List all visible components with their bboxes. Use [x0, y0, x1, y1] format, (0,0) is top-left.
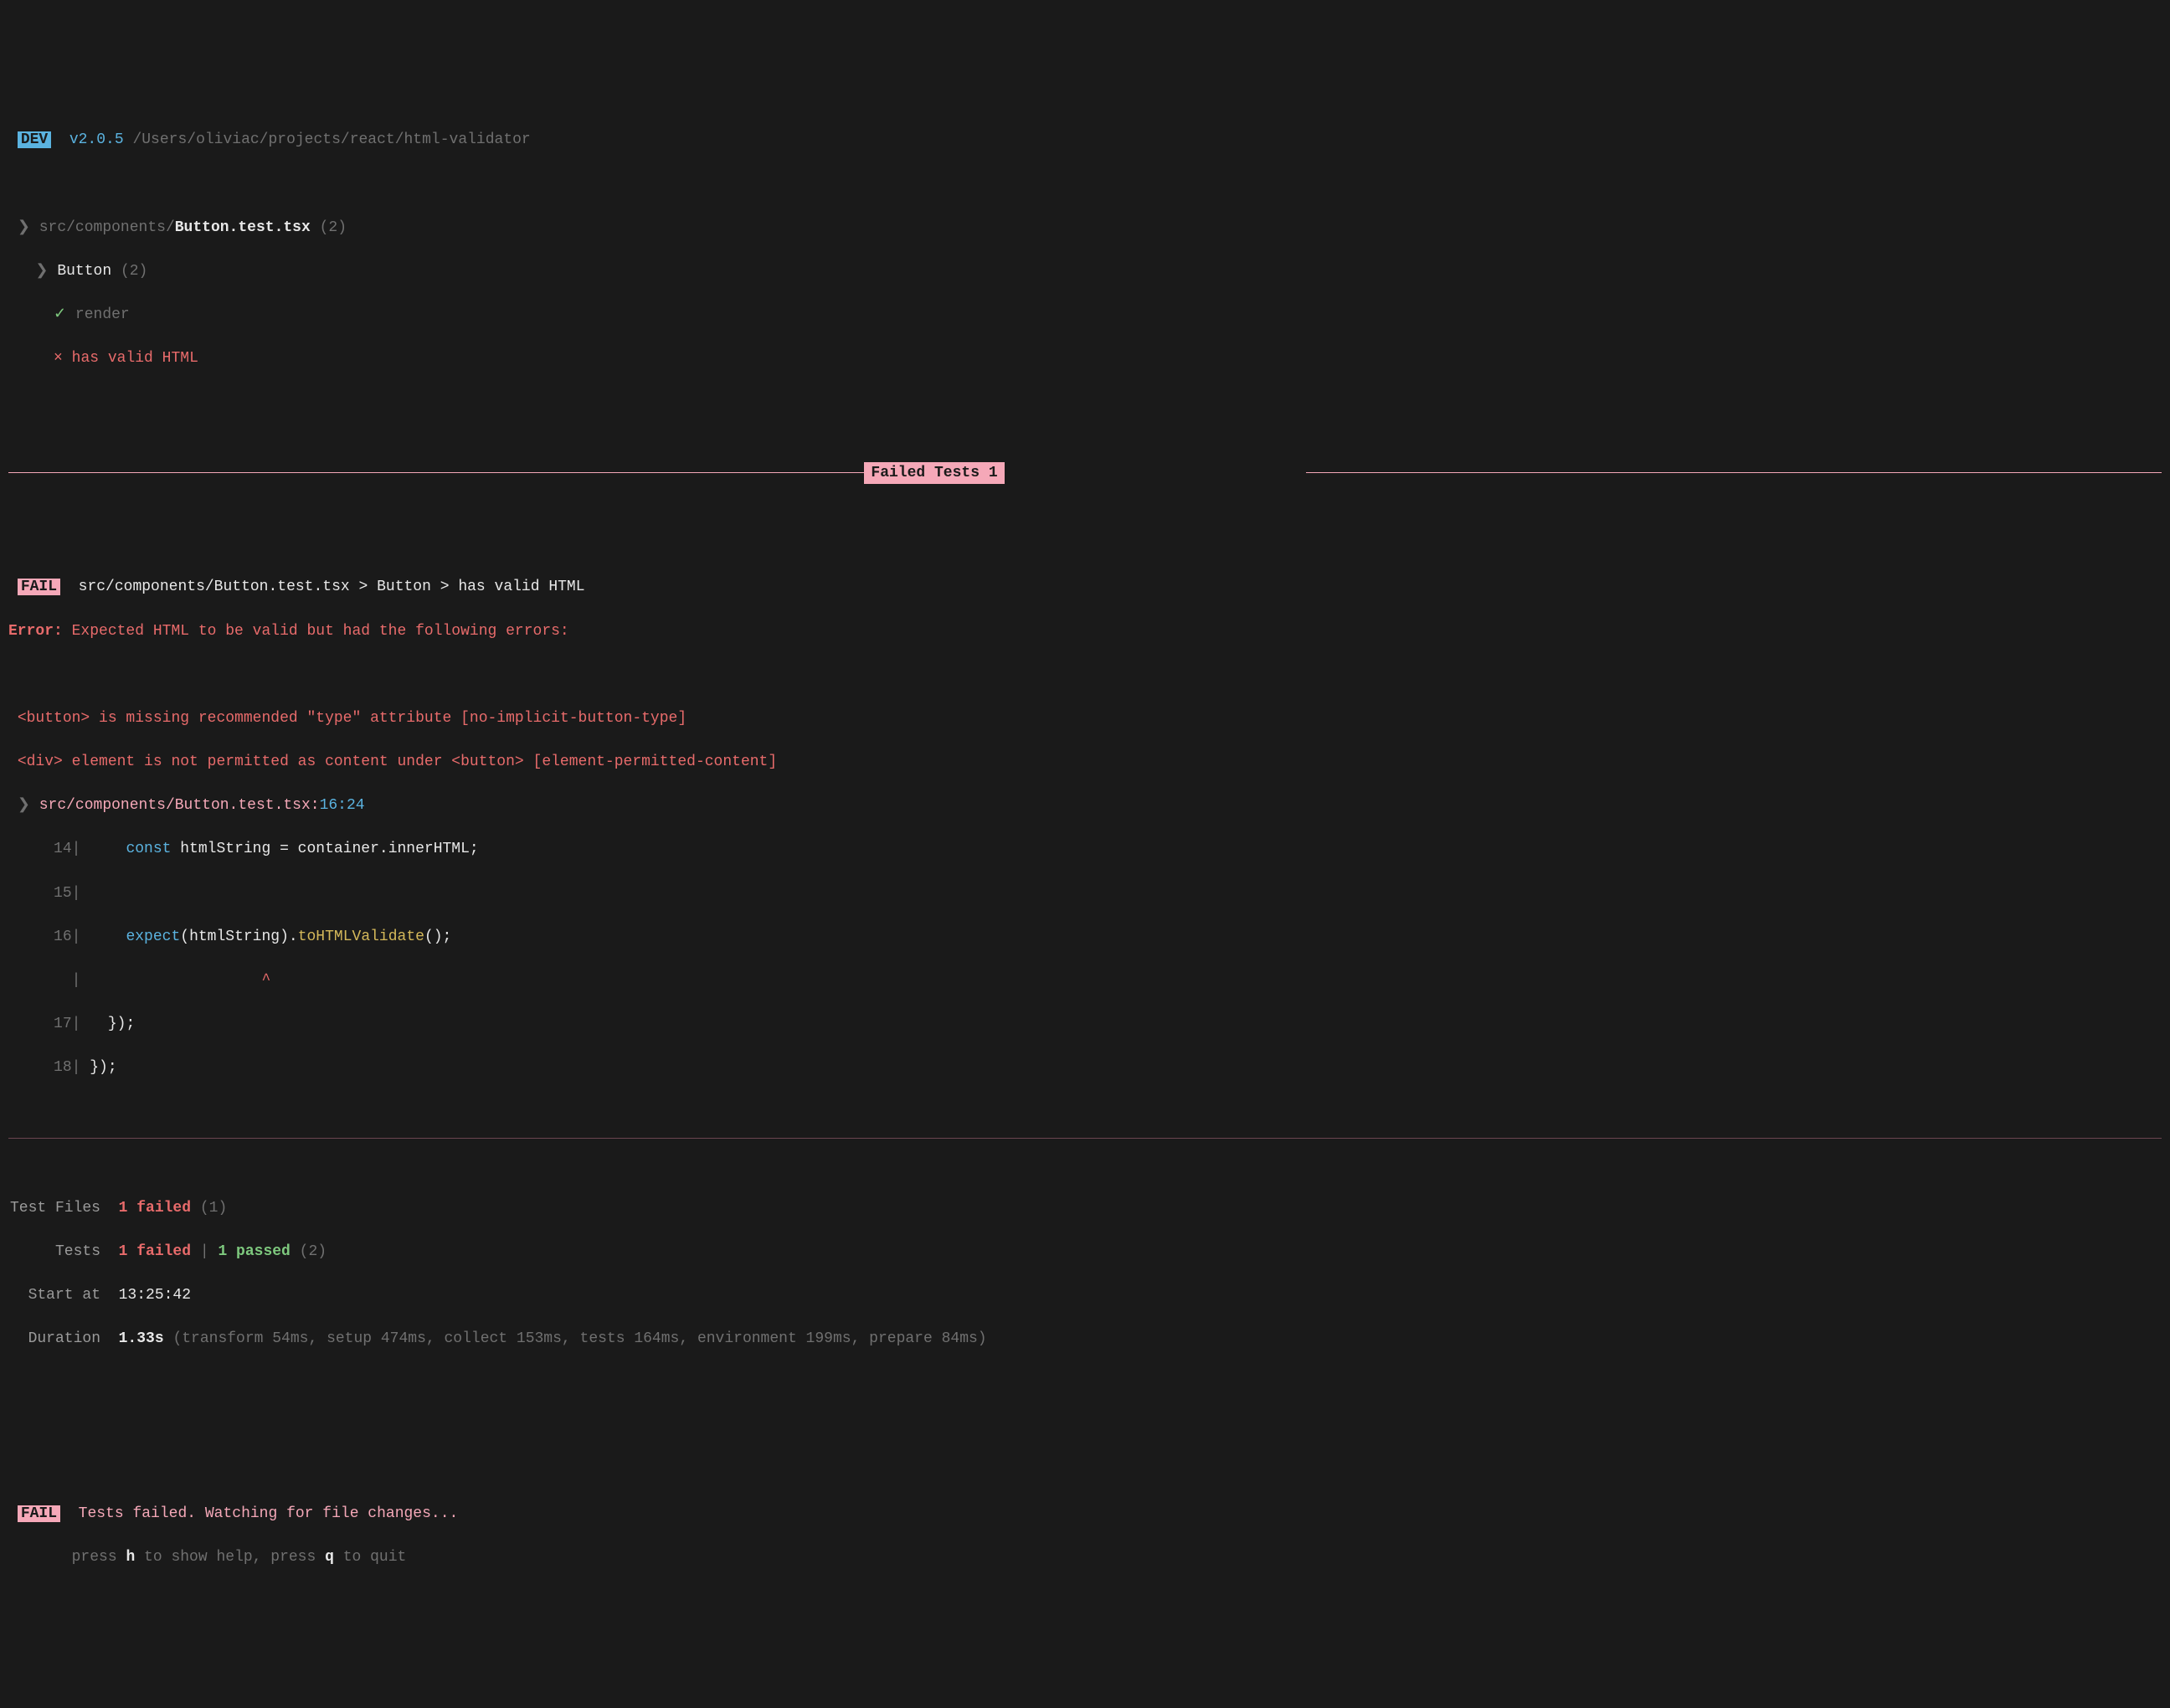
failed-tests-divider: Failed Tests 1: [8, 462, 2162, 484]
help-text: press: [72, 1549, 126, 1566]
summary-pass-count: 1 passed: [218, 1243, 290, 1260]
file-count: (2): [320, 219, 347, 236]
check-icon: ✓: [54, 306, 66, 323]
error-label: Error:: [8, 623, 63, 640]
summary-sep: |: [191, 1243, 218, 1260]
summary-test-files: Test Files 1 failed (1): [8, 1197, 2162, 1219]
fail-header-line: FAIL src/components/Button.test.tsx > Bu…: [8, 576, 2162, 598]
error-msg: Expected HTML to be valid but had the fo…: [72, 623, 569, 640]
blank-line: [8, 173, 2162, 195]
fail-badge: FAIL: [18, 1505, 60, 1522]
line-num: 17: [54, 1016, 72, 1032]
error-line: Error: Expected HTML to be valid but had…: [8, 620, 2162, 642]
file-prefix: src/components/: [39, 219, 175, 236]
test-pass-line: ✓ render: [8, 304, 2162, 326]
line-num: 18: [54, 1059, 72, 1076]
suite-name: Button: [57, 263, 111, 280]
error-detail: <div> element is not permitted as conten…: [8, 751, 2162, 773]
location-pos: 16:24: [320, 797, 365, 814]
code-token: expect: [90, 929, 180, 945]
help-key-h[interactable]: h: [126, 1549, 135, 1566]
summary-start-value: 13:25:42: [119, 1287, 191, 1304]
summary-total: (2): [300, 1243, 327, 1260]
blank-line: [8, 664, 2162, 686]
code-token: const: [90, 841, 171, 857]
line-num: 14: [54, 841, 72, 857]
location-line: ❯ src/components/Button.test.tsx:16:24: [8, 795, 2162, 816]
footer-help-line: press h to show help, press q to quit: [8, 1546, 2162, 1568]
chevron-icon: ❯: [35, 263, 48, 280]
failed-tests-label: Failed Tests 1: [864, 462, 1004, 484]
test-pass-name: render: [75, 306, 130, 323]
summary-duration-value: 1.33s: [119, 1330, 164, 1347]
chevron-icon: ❯: [18, 219, 30, 236]
blank-line: [8, 511, 2162, 532]
summary-divider: [8, 1138, 2162, 1139]
summary-fail-count: 1 failed: [119, 1200, 191, 1217]
summary-label: Start at: [8, 1284, 100, 1306]
caret-icon: ^: [90, 972, 270, 989]
footer-status: Tests failed. Watching for file changes.…: [79, 1505, 459, 1522]
code-token: });: [90, 1016, 135, 1032]
summary-label: Duration: [8, 1328, 100, 1350]
summary-start: Start at 13:25:42: [8, 1284, 2162, 1306]
code-token: });: [90, 1059, 116, 1076]
code-token: (htmlString).: [180, 929, 297, 945]
fail-path: src/components/Button.test.tsx > Button …: [79, 579, 585, 595]
error-detail: <button> is missing recommended "type" a…: [8, 707, 2162, 729]
code-line: 17| });: [8, 1013, 2162, 1035]
code-token: toHTMLValidate: [298, 929, 424, 945]
file-line: ❯ src/components/Button.test.tsx (2): [8, 217, 2162, 239]
summary-label: Test Files: [8, 1197, 100, 1219]
cwd-text: /Users/oliviac/projects/react/html-valid…: [132, 131, 530, 148]
cross-icon: ×: [54, 350, 63, 367]
mode-badge: DEV: [18, 131, 51, 148]
help-key-q[interactable]: q: [325, 1549, 334, 1566]
help-text: to quit: [334, 1549, 406, 1566]
code-line: 16| expect(htmlString).toHTMLValidate();: [8, 926, 2162, 948]
code-caret-line: | ^: [8, 970, 2162, 991]
code-line: 18| });: [8, 1057, 2162, 1078]
version-text: v2.0.5: [69, 131, 124, 148]
footer-status-line: FAIL Tests failed. Watching for file cha…: [8, 1503, 2162, 1525]
fail-badge: FAIL: [18, 579, 60, 595]
blank-line: [8, 1438, 2162, 1459]
blank-line: [8, 1394, 2162, 1416]
summary-duration: Duration 1.33s (transform 54ms, setup 47…: [8, 1328, 2162, 1350]
line-num: 15: [54, 885, 72, 902]
suite-line: ❯ Button (2): [8, 260, 2162, 282]
help-text: to show help, press: [135, 1549, 325, 1566]
code-token: htmlString = container.innerHTML;: [171, 841, 478, 857]
chevron-icon: ❯: [18, 797, 30, 814]
code-line: 15|: [8, 882, 2162, 904]
test-fail-name: has valid HTML: [72, 350, 198, 367]
summary-tests: Tests 1 failed | 1 passed (2): [8, 1241, 2162, 1263]
summary-label: Tests: [8, 1241, 100, 1263]
test-fail-line: × has valid HTML: [8, 347, 2162, 369]
blank-line: [8, 392, 2162, 414]
header-line: DEV v2.0.5 /Users/oliviac/projects/react…: [8, 129, 2162, 151]
code-line: 14| const htmlString = container.innerHT…: [8, 838, 2162, 860]
summary-total: (1): [200, 1200, 227, 1217]
file-name: Button.test.tsx: [175, 219, 311, 236]
line-num: 16: [54, 929, 72, 945]
terminal-output: DEV v2.0.5 /Users/oliviac/projects/react…: [8, 107, 2162, 1590]
summary-fail-count: 1 failed: [119, 1243, 191, 1260]
location-file: src/components/Button.test.tsx:: [39, 797, 320, 814]
suite-count: (2): [121, 263, 147, 280]
summary-duration-breakdown: (transform 54ms, setup 474ms, collect 15…: [172, 1330, 986, 1347]
code-token: ();: [424, 929, 451, 945]
